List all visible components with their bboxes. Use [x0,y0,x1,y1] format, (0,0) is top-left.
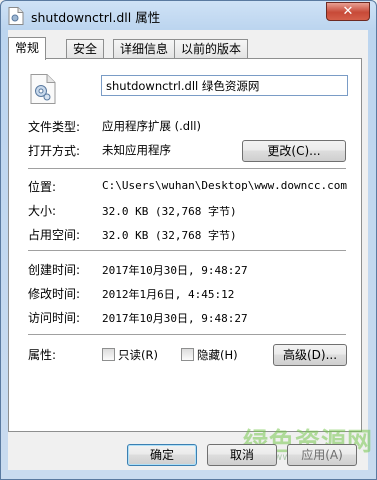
separator [28,334,346,336]
readonly-label[interactable]: 只读(R) [118,347,158,363]
created-value: 2017年10月30日, 9:48:27 [102,264,248,277]
dll-file-icon [30,74,56,104]
tab-strip: 常规 安全 详细信息 以前的版本 [8,37,338,60]
separator [28,168,346,170]
opens-with-value: 未知应用程序 [102,143,171,157]
apply-button-label: 应用(A) [301,448,343,462]
tab-general[interactable]: 常规 [8,37,47,60]
ok-button[interactable]: 确定 [127,444,197,466]
cancel-button[interactable]: 取消 [207,444,277,466]
type-label: 文件类型: [28,120,81,134]
type-value: 应用程序扩展 (.dll) [102,119,201,133]
window-title: shutdownctrl.dll 属性 [31,10,161,25]
change-button-label: 更改(C)... [267,144,321,158]
accessed-value: 2017年10月30日, 9:48:27 [102,312,248,325]
cancel-button-label: 取消 [229,448,254,462]
location-value: C:\Users\wuhan\Desktop\www.downcc.com [102,179,348,192]
hidden-checkbox[interactable] [181,348,194,361]
tab-details-label: 详细信息 [120,42,169,56]
title-bar[interactable]: shutdownctrl.dll 属性 ✕ [1,1,376,31]
tab-previous-versions-label: 以前的版本 [181,42,242,56]
size-label: 大小: [28,204,57,218]
location-label: 位置: [28,180,57,194]
close-icon: ✕ [342,4,354,19]
ok-button-label: 确定 [149,448,174,462]
modified-label: 修改时间: [28,287,81,301]
separator [28,250,346,252]
attributes-label: 属性: [28,348,57,362]
close-button[interactable]: ✕ [326,2,370,21]
size-on-disk-label: 占用空间: [28,228,81,242]
size-value: 32.0 KB (32,768 字节) [102,205,237,218]
readonly-checkbox[interactable] [102,348,115,361]
change-button[interactable]: 更改(C)... [242,140,346,162]
advanced-button[interactable]: 高级(D)... [273,344,347,366]
size-on-disk-value: 32.0 KB (32,768 字节) [102,229,237,242]
tab-security-label: 安全 [73,42,98,56]
apply-button[interactable]: 应用(A) [287,444,357,466]
accessed-label: 访问时间: [28,311,81,325]
tab-details[interactable]: 详细信息 [113,39,176,59]
hidden-label[interactable]: 隐藏(H) [197,347,238,363]
opens-with-label: 打开方式: [28,144,81,158]
advanced-button-label: 高级(D)... [282,348,338,362]
modified-value: 2012年1月6日, 4:45:12 [102,288,235,301]
general-panel [8,58,362,432]
file-icon [8,7,24,25]
tab-general-label: 常规 [15,41,40,55]
created-label: 创建时间: [28,263,81,277]
tab-security[interactable]: 安全 [66,39,105,59]
file-name-input[interactable]: shutdownctrl.dll 绿色资源网 [101,75,348,96]
tab-previous-versions[interactable]: 以前的版本 [174,39,249,59]
